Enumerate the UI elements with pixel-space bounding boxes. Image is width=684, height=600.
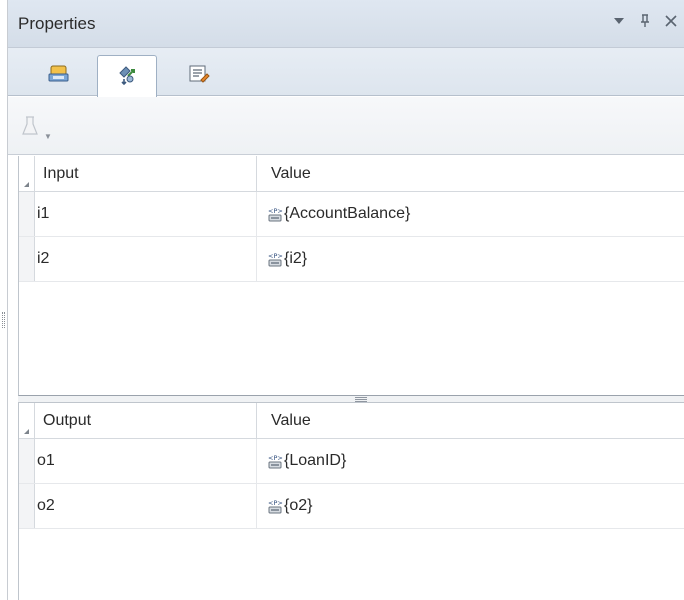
parameter-icon: <P> bbox=[267, 251, 283, 267]
input-name-cell[interactable]: i1 bbox=[35, 192, 257, 236]
svg-text:<P>: <P> bbox=[268, 499, 283, 507]
tab-io-mapping[interactable] bbox=[97, 55, 157, 97]
input-grid: Input Value i1 <P> {AccountBalance} i2 <… bbox=[18, 156, 684, 396]
input-value-cell[interactable]: <P> {AccountBalance} bbox=[257, 192, 684, 236]
svg-text:<P>: <P> bbox=[268, 454, 283, 462]
output-value-cell[interactable]: <P> {o2} bbox=[257, 484, 684, 528]
panel-title: Properties bbox=[18, 14, 96, 33]
output-name-cell[interactable]: o1 bbox=[35, 439, 257, 483]
properties-icon bbox=[48, 64, 70, 88]
sort-corner-icon[interactable] bbox=[19, 156, 35, 191]
svg-text:<P>: <P> bbox=[268, 207, 283, 215]
input-name-cell[interactable]: i2 bbox=[35, 237, 257, 281]
splitter-grip-icon bbox=[355, 397, 367, 402]
output-name-cell[interactable]: o2 bbox=[35, 484, 257, 528]
grid-toolbar: ▼ bbox=[8, 97, 684, 155]
left-dock-edge bbox=[0, 0, 8, 600]
row-header[interactable] bbox=[19, 192, 35, 236]
chevron-down-icon: ▼ bbox=[44, 132, 52, 141]
test-dropdown-button[interactable]: ▼ bbox=[22, 115, 62, 143]
output-value-text: {o2} bbox=[284, 497, 313, 514]
column-header-output[interactable]: Output bbox=[35, 403, 257, 438]
flask-icon bbox=[22, 115, 38, 141]
tab-general[interactable] bbox=[29, 55, 89, 96]
output-grid-header: Output Value bbox=[19, 403, 684, 439]
input-value-text: {AccountBalance} bbox=[284, 205, 411, 222]
column-header-input[interactable]: Input bbox=[35, 156, 257, 191]
output-value-text: {LoanID} bbox=[284, 452, 347, 469]
panel-titlebar: Properties bbox=[8, 0, 684, 48]
row-header[interactable] bbox=[19, 237, 35, 281]
grid-splitter[interactable] bbox=[18, 396, 684, 403]
close-icon[interactable] bbox=[664, 12, 678, 30]
table-row[interactable]: i1 <P> {AccountBalance} bbox=[19, 192, 684, 237]
svg-text:<P>: <P> bbox=[268, 252, 283, 260]
io-mapping-icon bbox=[116, 64, 138, 90]
parameter-icon: <P> bbox=[267, 453, 283, 469]
input-value-text: {i2} bbox=[284, 250, 308, 267]
properties-panel: Properties ▼ Input Value i1 <P> {Account… bbox=[8, 0, 684, 600]
tab-notes[interactable] bbox=[169, 55, 229, 96]
column-header-value[interactable]: Value bbox=[257, 156, 684, 191]
parameter-icon: <P> bbox=[267, 498, 283, 514]
output-grid: Output Value o1 <P> {LoanID} o2 <P> {o2} bbox=[18, 403, 684, 600]
table-row[interactable]: o2 <P> {o2} bbox=[19, 484, 684, 529]
parameter-icon: <P> bbox=[267, 206, 283, 222]
row-header[interactable] bbox=[19, 439, 35, 483]
output-value-cell[interactable]: <P> {LoanID} bbox=[257, 439, 684, 483]
dock-grip[interactable] bbox=[2, 312, 5, 328]
notes-icon bbox=[188, 64, 210, 88]
table-row[interactable]: o1 <P> {LoanID} bbox=[19, 439, 684, 484]
row-header[interactable] bbox=[19, 484, 35, 528]
sort-corner-icon[interactable] bbox=[19, 403, 35, 438]
panel-controls bbox=[612, 12, 678, 30]
tab-strip bbox=[8, 48, 684, 97]
table-row[interactable]: i2 <P> {i2} bbox=[19, 237, 684, 282]
pin-icon[interactable] bbox=[638, 12, 652, 30]
input-value-cell[interactable]: <P> {i2} bbox=[257, 237, 684, 281]
dropdown-arrow-icon[interactable] bbox=[612, 12, 626, 30]
input-grid-header: Input Value bbox=[19, 156, 684, 192]
column-header-value[interactable]: Value bbox=[257, 403, 684, 438]
